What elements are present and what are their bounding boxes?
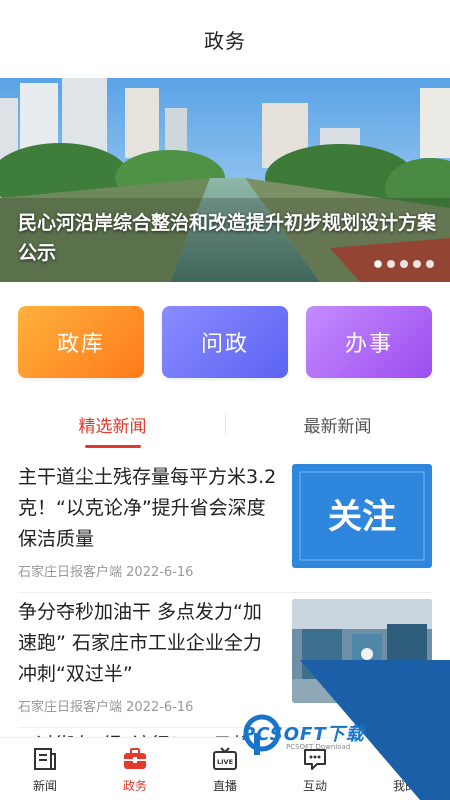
svg-text:LIVE: LIVE	[217, 758, 233, 766]
nav-news[interactable]: 新闻	[0, 738, 90, 800]
briefcase-icon	[124, 747, 146, 769]
tab-featured-news[interactable]: 精选新闻	[0, 412, 225, 458]
wenzheng-button[interactable]: 问政	[162, 306, 288, 378]
page-title: 政务	[204, 28, 246, 53]
news-thumbnail[interactable]	[292, 599, 432, 703]
user-icon	[395, 748, 415, 770]
news-meta: 石家庄日报客户端 2022-6-16	[18, 561, 280, 580]
nav-label: 直播	[212, 778, 237, 793]
tab-latest-news[interactable]: 最新新闻	[225, 412, 450, 458]
news-item[interactable]: 争分夺秒加油干 多点发力“加速跑” 石家庄市工业企业全力冲刺“双过半” 石家庄日…	[18, 593, 432, 728]
service-entries: 政库 问政 办事	[0, 306, 450, 378]
nav-label: 政务	[122, 778, 147, 793]
news-thumbnail[interactable]: 关注	[292, 464, 432, 568]
carousel-dot[interactable]	[400, 260, 408, 268]
news-list: 主干道尘土残存量每平方米3.2克！“以克论净”提升省会深度保洁质量 石家庄日报客…	[0, 458, 450, 758]
news-date: 2022-6-16	[126, 700, 194, 715]
newspaper-icon	[34, 747, 56, 770]
carousel-dot[interactable]	[413, 260, 421, 268]
news-item[interactable]: 主干道尘土残存量每平方米3.2克！“以克论净”提升省会深度保洁质量 石家庄日报客…	[18, 458, 432, 593]
zhengku-button[interactable]: 政库	[18, 306, 144, 378]
carousel-indicator	[374, 260, 434, 268]
news-title[interactable]: 争分夺秒加油干 多点发力“加速跑” 石家庄市工业企业全力冲刺“双过半”	[18, 597, 280, 690]
news-source: 石家庄日报客户端	[18, 565, 123, 580]
nav-mine[interactable]: 我的	[360, 738, 450, 800]
tab-divider	[225, 414, 226, 434]
live-tv-icon: LIVE	[213, 746, 237, 770]
tab-label: 最新新闻	[303, 417, 372, 437]
nav-label: 互动	[302, 778, 327, 793]
bottom-navigation: 新闻 政务 LIVE 直播 互动 我的	[0, 737, 450, 800]
thumb-label: 关注	[328, 497, 396, 537]
news-meta: 石家庄日报客户端 2022-6-16	[18, 696, 280, 715]
carousel-dot[interactable]	[374, 260, 382, 268]
factory-thumbnail	[292, 599, 432, 703]
carousel-dot[interactable]	[426, 260, 434, 268]
banshi-button[interactable]: 办事	[306, 306, 432, 378]
news-title[interactable]: 主干道尘土残存量每平方米3.2克！“以克论净”提升省会深度保洁质量	[18, 462, 280, 555]
tab-label: 精选新闻	[78, 417, 147, 437]
banner-carousel[interactable]: 民心河沿岸综合整治和改造提升初步规划设计方案公示	[0, 78, 450, 282]
news-source: 石家庄日报客户端	[18, 700, 123, 715]
banner-caption[interactable]: 民心河沿岸综合整治和改造提升初步规划设计方案公示	[18, 208, 438, 268]
news-tabs: 精选新闻 最新新闻	[0, 412, 450, 458]
nav-government[interactable]: 政务	[90, 738, 180, 800]
guanzhu-thumbnail: 关注	[292, 464, 432, 568]
nav-label: 新闻	[32, 778, 57, 793]
watermark-subtext: PCSOFT Download	[286, 743, 351, 751]
title-bar: 政务	[0, 0, 450, 78]
carousel-dot[interactable]	[387, 260, 395, 268]
active-tab-indicator	[84, 445, 141, 448]
nav-label: 我的	[392, 778, 417, 793]
news-date: 2022-6-16	[126, 565, 194, 580]
nav-live[interactable]: LIVE 直播	[180, 738, 270, 800]
